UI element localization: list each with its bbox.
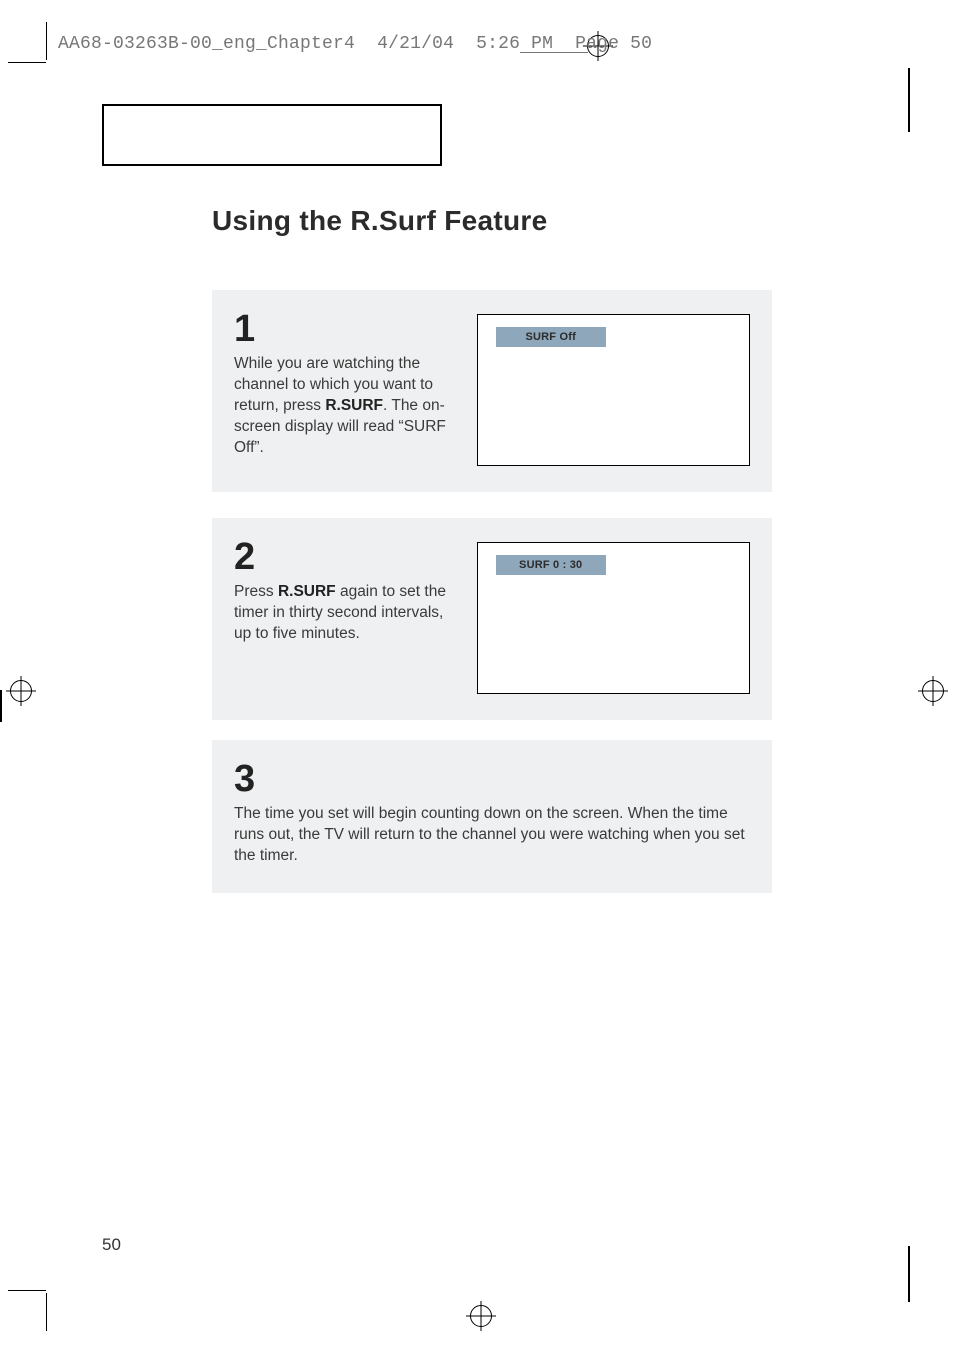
slug-page: Page 50 — [575, 34, 652, 54]
step-block-2: 2 Press R.SURF again to set the timer in… — [212, 518, 772, 720]
step-number: 3 — [234, 760, 750, 798]
step-text-bold: R.SURF — [325, 397, 383, 414]
registration-mark-icon — [6, 676, 36, 706]
step-number: 2 — [234, 538, 449, 576]
slug-date: 4/21/04 — [377, 34, 454, 54]
step-text: The time you set will begin counting dow… — [234, 804, 750, 867]
crop-mark — [8, 1290, 46, 1291]
tv-screen-preview: SURF Off — [477, 314, 750, 466]
osd-chip: SURF Off — [496, 327, 606, 347]
header-empty-box — [102, 104, 442, 166]
step-block-1: 1 While you are watching the channel to … — [212, 290, 772, 492]
step-number: 1 — [234, 310, 449, 348]
slug-filename: AA68-03263B-00_eng_Chapter4 — [58, 34, 355, 54]
crop-mark — [0, 690, 2, 722]
document-page: AA68-03263B-00_eng_Chapter4 4/21/04 5:26… — [0, 0, 954, 1351]
tv-screen-preview: SURF 0 : 30 — [477, 542, 750, 694]
osd-chip: SURF 0 : 30 — [496, 555, 606, 575]
slug-underline — [520, 52, 588, 53]
registration-mark-icon — [918, 676, 948, 706]
step-text-bold: R.SURF — [278, 583, 336, 600]
page-number: 50 — [102, 1235, 121, 1255]
crop-mark — [908, 1246, 910, 1302]
registration-mark-icon — [466, 1301, 496, 1331]
slug-time: 5:26 PM — [476, 34, 553, 54]
step-block-3: 3 The time you set will begin counting d… — [212, 740, 772, 893]
crop-mark — [8, 62, 46, 63]
step-text: While you are watching the channel to wh… — [234, 354, 449, 459]
page-title: Using the R.Surf Feature — [212, 205, 547, 237]
step-text: Press R.SURF again to set the timer in t… — [234, 582, 449, 645]
crop-mark — [908, 68, 910, 132]
print-slug: AA68-03263B-00_eng_Chapter4 4/21/04 5:26… — [58, 34, 652, 54]
step-text-pre: Press — [234, 583, 278, 600]
crop-mark — [46, 22, 47, 60]
crop-mark — [46, 1293, 47, 1331]
